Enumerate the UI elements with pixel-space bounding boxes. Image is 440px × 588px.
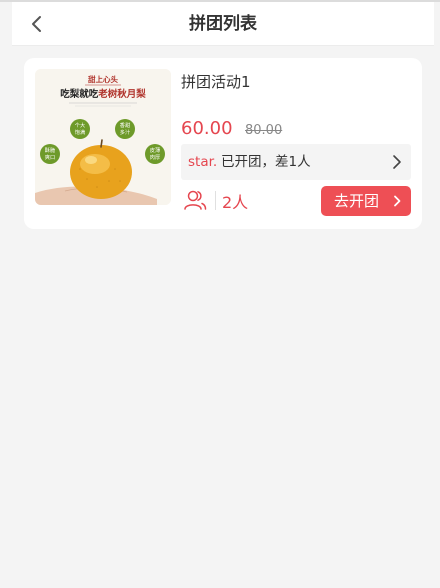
badge-sweet-juicy: 香甜 多汁 xyxy=(115,119,135,139)
headline: 吃梨就吃老树秋月梨 xyxy=(60,88,146,100)
page-title: 拼团列表 xyxy=(189,14,257,34)
svg-text:皮薄: 皮薄 xyxy=(150,146,160,154)
group-leader-name: star. xyxy=(188,154,218,170)
svg-text:饱满: 饱满 xyxy=(75,128,85,136)
start-group-button[interactable]: 去开团 xyxy=(321,186,411,216)
start-group-label: 去开团 xyxy=(334,192,380,210)
group-title: 拼团活动1 xyxy=(181,73,251,91)
group-size: 2人 xyxy=(222,193,249,212)
product-image[interactable]: 甜上心头 吃梨就吃老树秋月梨 个大 饱满 香甜 多汁 酥脆 爽口 皮薄 肉厚 xyxy=(35,69,171,205)
headline-plain: 吃梨就吃 xyxy=(60,88,99,100)
divider xyxy=(215,191,216,210)
pear-illustration: 甜上心头 吃梨就吃老树秋月梨 个大 饱满 香甜 多汁 酥脆 爽口 皮薄 肉厚 xyxy=(35,69,171,205)
svg-text:酥脆: 酥脆 xyxy=(45,146,55,154)
svg-text:个大: 个大 xyxy=(75,121,85,129)
badge-thin-skin: 皮薄 肉厚 xyxy=(145,144,165,164)
group-buy-card[interactable]: 甜上心头 吃梨就吃老树秋月梨 个大 饱满 香甜 多汁 酥脆 爽口 皮薄 肉厚 拼… xyxy=(24,58,422,229)
chevron-left-icon xyxy=(32,16,41,32)
badge-crisp: 酥脆 爽口 xyxy=(40,144,60,164)
svg-text:爽口: 爽口 xyxy=(45,154,55,161)
navigation-bar: 拼团列表 xyxy=(12,2,434,46)
original-price: 80.00 xyxy=(245,123,283,138)
svg-text:香甜: 香甜 xyxy=(120,121,130,129)
users-icon xyxy=(184,190,207,210)
back-button[interactable] xyxy=(24,11,50,37)
svg-text:肉厚: 肉厚 xyxy=(150,153,160,161)
group-price: 60.00 xyxy=(181,118,233,139)
group-status: 已开团，差1人 xyxy=(221,154,311,170)
chevron-right-icon xyxy=(393,155,401,169)
brand-text: 甜上心头 xyxy=(88,74,118,84)
badge-large-full: 个大 饱满 xyxy=(70,119,90,139)
svg-text:多汁: 多汁 xyxy=(120,128,130,136)
open-group-row[interactable]: star. 已开团，差1人 xyxy=(181,144,411,180)
chevron-right-icon xyxy=(394,195,401,207)
headline-accent: 老树秋月梨 xyxy=(97,88,146,100)
